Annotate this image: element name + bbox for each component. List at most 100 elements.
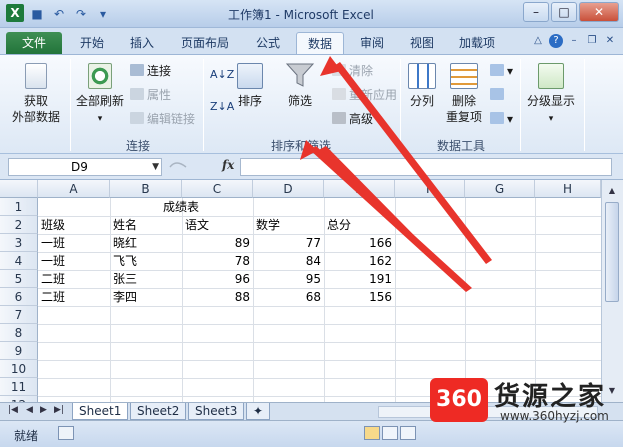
scroll-up-icon[interactable]: ▲ — [605, 184, 619, 198]
row-header[interactable]: 9 — [0, 342, 38, 360]
cell[interactable]: 96 — [182, 270, 253, 288]
cell[interactable]: 李四 — [110, 288, 140, 306]
cell[interactable]: 一班 — [38, 234, 68, 252]
name-box[interactable]: D9 ▼ — [8, 158, 162, 176]
reapply-button[interactable]: 重新应用 — [332, 87, 397, 103]
cell-header[interactable]: 班级 — [38, 216, 68, 234]
outline-button[interactable]: 分级显示 ▾ — [524, 63, 578, 127]
formula-input[interactable] — [240, 158, 612, 176]
select-all-corner[interactable] — [0, 180, 38, 198]
row-header[interactable]: 5 — [0, 270, 38, 288]
doc-minimize-icon[interactable]: – — [567, 34, 581, 48]
cell[interactable]: 二班 — [38, 270, 68, 288]
properties-button[interactable]: 属性 — [130, 87, 171, 103]
cell[interactable]: 84 — [253, 252, 324, 270]
cell[interactable]: 晓红 — [110, 234, 140, 252]
cell[interactable]: 166 — [324, 234, 395, 252]
consolidate-button[interactable] — [490, 87, 507, 103]
cell[interactable]: 77 — [253, 234, 324, 252]
sheet-tab-2[interactable]: Sheet2 — [130, 403, 187, 420]
insert-sheet-icon[interactable]: ✦ — [246, 403, 270, 420]
scroll-thumb[interactable] — [605, 202, 619, 302]
tab-review[interactable]: 审阅 — [350, 32, 394, 54]
row-header[interactable]: 4 — [0, 252, 38, 270]
row-header[interactable]: 11 — [0, 378, 38, 396]
minimize-ribbon-icon[interactable]: △ — [531, 34, 545, 48]
row-header[interactable]: 10 — [0, 360, 38, 378]
column-header[interactable]: A — [38, 180, 110, 198]
last-sheet-icon[interactable]: ▶| — [54, 405, 64, 415]
tab-page-layout[interactable]: 页面布局 — [172, 32, 238, 54]
cell[interactable]: 张三 — [110, 270, 140, 288]
cell-header[interactable]: 总分 — [324, 216, 354, 234]
sheet-tab-1[interactable]: Sheet1 — [72, 403, 129, 420]
minimize-button[interactable]: – — [523, 2, 549, 22]
page-layout-view-icon[interactable] — [382, 426, 398, 440]
column-header[interactable]: D — [253, 180, 324, 198]
cell-header[interactable]: 语文 — [182, 216, 212, 234]
cell[interactable]: 191 — [324, 270, 395, 288]
column-header[interactable]: C — [182, 180, 253, 198]
row-header[interactable]: 8 — [0, 324, 38, 342]
connections-button[interactable]: 连接 — [130, 63, 171, 79]
cell[interactable]: 68 — [253, 288, 324, 306]
help-icon[interactable]: ? — [549, 34, 563, 48]
prev-sheet-icon[interactable]: ◀ — [26, 405, 33, 415]
cell[interactable]: 95 — [253, 270, 324, 288]
data-validation-button[interactable]: ▾ — [490, 63, 513, 79]
cell[interactable]: 飞飞 — [110, 252, 140, 270]
cell[interactable]: 162 — [324, 252, 395, 270]
advanced-button[interactable]: 高级 — [332, 111, 373, 127]
doc-restore-icon[interactable]: ❐ — [585, 34, 599, 48]
next-sheet-icon[interactable]: ▶ — [40, 405, 47, 415]
refresh-all-button[interactable]: 全部刷新 ▾ — [74, 63, 126, 127]
insert-function-icon[interactable]: fx — [222, 158, 234, 172]
cell[interactable]: 88 — [182, 288, 253, 306]
tab-home[interactable]: 开始 — [70, 32, 114, 54]
column-header[interactable]: H — [535, 180, 601, 198]
close-button[interactable]: ✕ — [579, 2, 619, 22]
name-box-dropdown-icon[interactable]: ▼ — [152, 159, 159, 175]
filter-button[interactable]: 筛选 — [280, 61, 320, 109]
tab-file[interactable]: 文件 — [6, 32, 62, 54]
row-header[interactable]: 6 — [0, 288, 38, 306]
column-header[interactable]: B — [110, 180, 182, 198]
save-icon[interactable]: ■ — [28, 6, 46, 22]
what-if-button[interactable]: ▾ — [490, 111, 513, 127]
cell-header[interactable]: 姓名 — [110, 216, 140, 234]
cell[interactable]: 78 — [182, 252, 253, 270]
excel-app-icon[interactable]: X — [6, 4, 24, 22]
cell-header[interactable]: 数学 — [253, 216, 283, 234]
column-header[interactable]: G — [465, 180, 535, 198]
row-header[interactable]: 2 — [0, 216, 38, 234]
row-header[interactable]: 7 — [0, 306, 38, 324]
undo-icon[interactable]: ↶ — [50, 6, 68, 22]
page-break-view-icon[interactable] — [400, 426, 416, 440]
cell[interactable]: 89 — [182, 234, 253, 252]
tab-insert[interactable]: 插入 — [120, 32, 164, 54]
worksheet-grid[interactable]: A B C D E F G H 1 2 3 4 5 6 7 8 9 10 11 … — [0, 180, 601, 402]
first-sheet-icon[interactable]: |◀ — [8, 405, 18, 415]
remove-duplicates-button[interactable]: 删除 重复项 — [444, 63, 484, 125]
cell[interactable]: 一班 — [38, 252, 68, 270]
cell[interactable]: 二班 — [38, 288, 68, 306]
vertical-scrollbar[interactable]: ▲ ▼ — [601, 180, 623, 402]
row-header[interactable]: 1 — [0, 198, 38, 216]
maximize-button[interactable]: □ — [551, 2, 577, 22]
tab-addins[interactable]: 加载项 — [450, 32, 504, 54]
column-header[interactable]: F — [395, 180, 465, 198]
tab-view[interactable]: 视图 — [400, 32, 444, 54]
sort-button[interactable]: 排序 — [234, 63, 266, 109]
normal-view-icon[interactable] — [364, 426, 380, 440]
cell[interactable]: 156 — [324, 288, 395, 306]
redo-icon[interactable]: ↷ — [72, 6, 90, 22]
tab-formulas[interactable]: 公式 — [246, 32, 290, 54]
text-to-columns-button[interactable]: 分列 — [404, 63, 440, 109]
macro-record-icon[interactable] — [58, 426, 74, 440]
sort-descending-button[interactable]: Z↓A — [210, 99, 234, 115]
sheet-tab-3[interactable]: Sheet3 — [188, 403, 245, 420]
tab-data[interactable]: 数据 — [296, 32, 344, 54]
cell-title[interactable]: 成绩表 — [160, 198, 202, 216]
doc-close-icon[interactable]: ✕ — [603, 34, 617, 48]
customize-qat-icon[interactable]: ▾ — [94, 6, 112, 22]
